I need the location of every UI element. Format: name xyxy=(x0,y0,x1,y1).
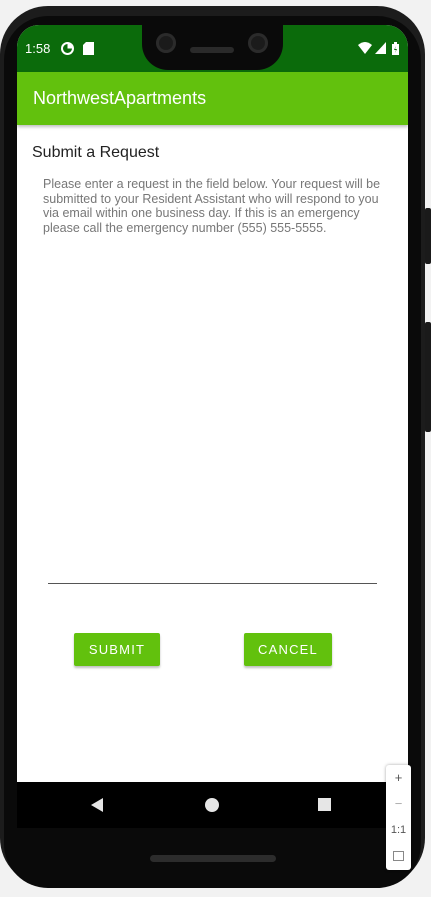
device-screen: 1:58 NorthwestApartments Submit a Reques… xyxy=(17,25,408,828)
request-input[interactable] xyxy=(48,545,377,584)
battery-icon xyxy=(392,42,399,58)
status-bar: 1:58 xyxy=(17,25,408,72)
back-icon[interactable] xyxy=(91,798,103,812)
cancel-button[interactable]: CANCEL xyxy=(244,633,332,666)
recents-icon[interactable] xyxy=(318,798,331,811)
emulator-zoom-panel: + − 1:1 xyxy=(386,765,411,870)
app-bar: NorthwestApartments xyxy=(17,72,408,125)
navigation-bar xyxy=(17,782,408,828)
camera-notch xyxy=(142,25,283,70)
front-camera-left xyxy=(156,33,176,53)
submit-button[interactable]: SUBMIT xyxy=(74,633,160,666)
volume-button[interactable] xyxy=(425,322,431,432)
sd-card-icon xyxy=(83,42,94,58)
page-title: Submit a Request xyxy=(32,144,160,161)
bottom-speaker xyxy=(150,855,276,862)
wifi-icon xyxy=(358,42,372,57)
earpiece-speaker xyxy=(190,47,234,53)
app-title: NorthwestApartments xyxy=(33,88,207,108)
home-icon[interactable] xyxy=(205,798,219,812)
status-time: 1:58 xyxy=(25,41,51,56)
data-saver-icon xyxy=(61,42,74,58)
front-camera-right xyxy=(248,33,268,53)
zoom-in-button[interactable]: + xyxy=(386,765,411,791)
actual-size-button[interactable]: 1:1 xyxy=(386,817,411,843)
instructions-text: Please enter a request in the field belo… xyxy=(43,177,381,235)
fit-screen-icon xyxy=(393,851,404,861)
power-button[interactable] xyxy=(425,208,431,264)
cell-signal-icon xyxy=(375,42,386,57)
fit-screen-button[interactable] xyxy=(386,843,411,870)
zoom-out-button[interactable]: − xyxy=(386,791,411,817)
